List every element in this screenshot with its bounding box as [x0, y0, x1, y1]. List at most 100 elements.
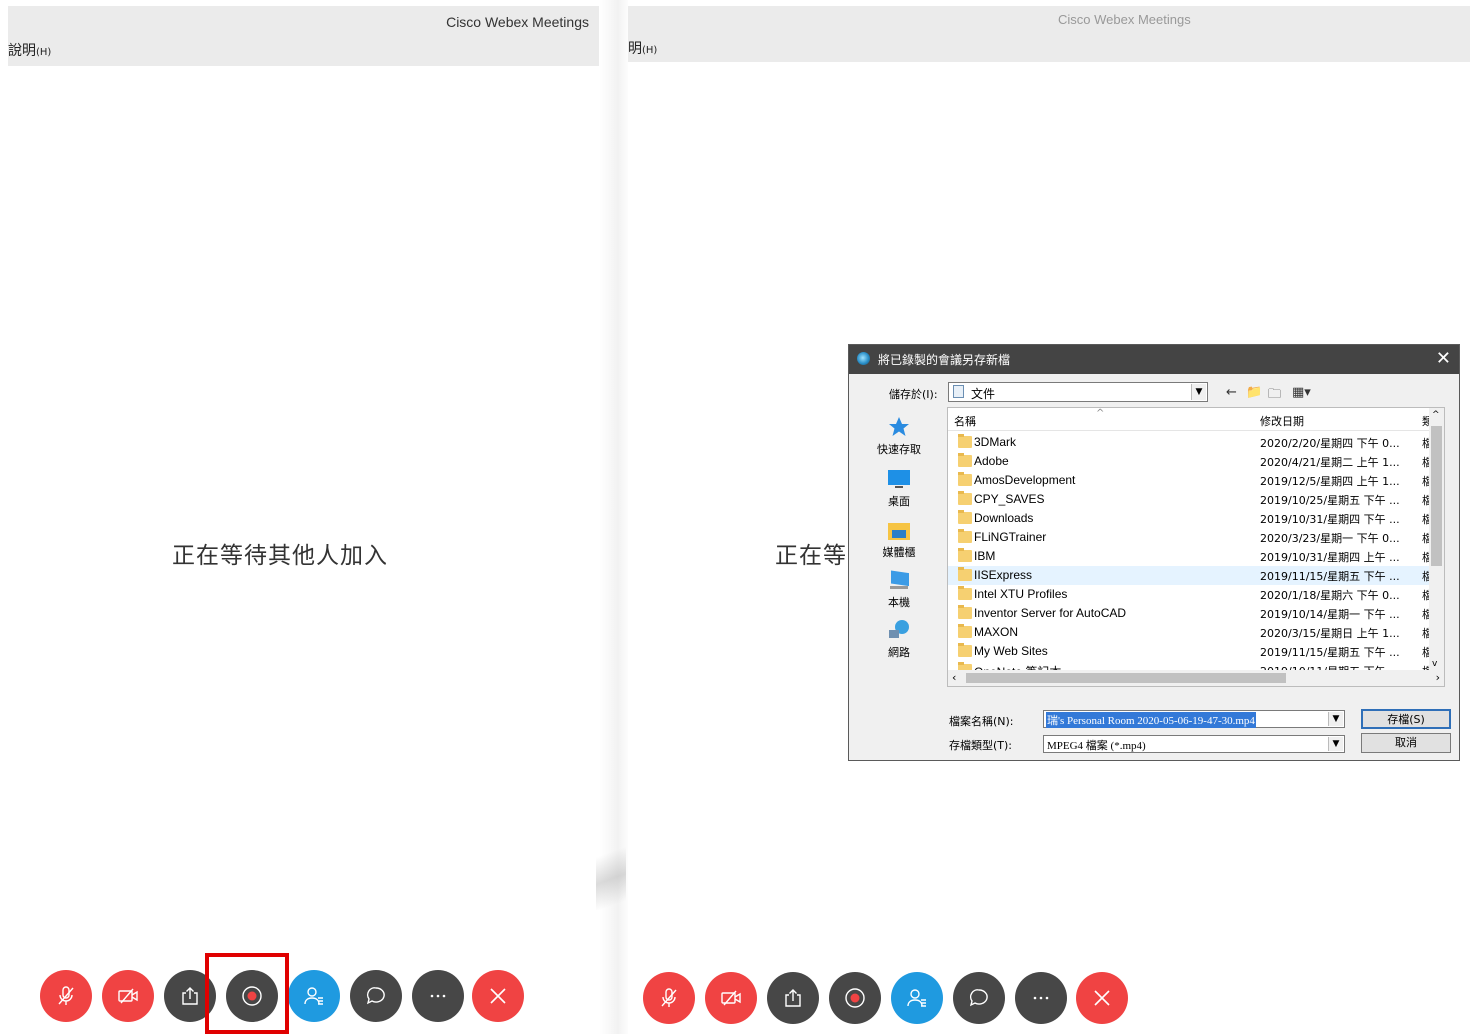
more-button[interactable] [412, 970, 464, 1022]
place-this-pc[interactable]: 本機 [864, 568, 934, 610]
participants-button[interactable] [288, 970, 340, 1022]
back-icon[interactable]: ← [1226, 385, 1237, 400]
mute-button[interactable] [643, 972, 695, 1024]
chevron-left-icon: ‹ [952, 671, 957, 684]
chevron-down-icon: ▼ [1328, 737, 1343, 751]
new-folder-icon[interactable]: 🗀 [1268, 385, 1281, 407]
mic-off-icon [661, 988, 677, 1007]
list-item[interactable]: Downloads2019/10/31/星期四 下午 ...檔案 [948, 509, 1444, 528]
place-label: 快速存取 [877, 443, 921, 456]
record-button[interactable] [829, 972, 881, 1024]
place-network[interactable]: 網路 [864, 618, 934, 660]
close-icon [1094, 990, 1110, 1006]
chat-button[interactable] [350, 970, 402, 1022]
place-label: 本機 [888, 596, 910, 609]
folder-icon [958, 624, 972, 638]
record-icon [845, 988, 865, 1008]
list-item[interactable]: 3DMark2020/2/20/星期四 下午 0...檔案 [948, 433, 1444, 452]
folder-icon [958, 472, 972, 486]
share-button[interactable] [767, 972, 819, 1024]
mute-button[interactable] [40, 970, 92, 1022]
leave-button[interactable] [1076, 972, 1128, 1024]
chevron-right-icon: › [1435, 671, 1440, 684]
list-item[interactable]: CPY_SAVES2019/10/25/星期五 下午 ...檔案 [948, 490, 1444, 509]
save-in-label: 儲存於(I): [889, 388, 938, 401]
video-off-icon [118, 988, 138, 1004]
list-item[interactable]: My Web Sites2019/11/15/星期五 下午 ...檔案 [948, 642, 1444, 661]
menu-help[interactable]: 明(H) [628, 38, 657, 58]
place-quick-access[interactable]: 快速存取 [864, 415, 934, 457]
share-icon [182, 987, 198, 1005]
menu-help-key: (H) [36, 47, 52, 58]
save-in-select[interactable]: 文件 ▼ [948, 382, 1208, 402]
more-icon [430, 994, 446, 998]
view-menu-icon[interactable]: ▦▾ [1292, 385, 1311, 400]
list-item[interactable]: Adobe2020/4/21/星期二 上午 1...檔案 [948, 452, 1444, 471]
up-folder-icon[interactable]: 📁 [1246, 385, 1262, 400]
list-item[interactable]: IBM2019/10/31/星期四 上午 ...檔案 [948, 547, 1444, 566]
folder-icon [958, 586, 972, 600]
chevron-down-icon: ▼ [1191, 384, 1206, 400]
folder-icon [958, 567, 972, 581]
scroll-thumb[interactable] [1431, 426, 1442, 566]
chevron-up-icon: ^ [1432, 410, 1440, 420]
place-desktop[interactable]: 桌面 [864, 467, 934, 509]
chat-icon [366, 987, 385, 1005]
video-off-icon [721, 990, 741, 1006]
chat-button[interactable] [953, 972, 1005, 1024]
more-button[interactable] [1015, 972, 1067, 1024]
save-in-value: 文件 [971, 387, 996, 401]
filename-value: 瑞's Personal Room 2020-05-06-19-47-30.mp… [1046, 712, 1256, 728]
chevron-down-icon: v [1432, 659, 1438, 669]
list-item[interactable]: FLiNGTrainer2020/3/23/星期一 下午 0...檔案 [948, 528, 1444, 547]
close-icon [490, 988, 506, 1004]
file-list[interactable]: 名稱 ^ 修改日期 類型 3DMark2020/2/20/星期四 下午 0...… [947, 407, 1445, 687]
list-item-selected[interactable]: IISExpress2019/11/15/星期五 下午 ...檔案 [948, 566, 1444, 585]
computer-icon [885, 568, 913, 592]
column-name[interactable]: 名稱 [954, 413, 976, 429]
folder-icon [958, 510, 972, 524]
participants-icon [907, 989, 926, 1007]
record-button-highlight [205, 953, 289, 1034]
menu-help[interactable]: 說明(H) [8, 40, 51, 60]
place-label: 桌面 [888, 495, 910, 508]
column-date[interactable]: 修改日期 [1260, 413, 1304, 429]
list-item[interactable]: AmosDevelopment2019/12/5/星期四 上午 1...檔案 [948, 471, 1444, 490]
menu-help-key: (H) [642, 45, 658, 56]
list-item[interactable]: Inventor Server for AutoCAD 2019/10/14/星期… [948, 604, 1444, 623]
list-item[interactable]: MAXON2020/3/15/星期日 上午 1...檔案 [948, 623, 1444, 642]
folder-icon [958, 491, 972, 505]
filetype-value: MPEG4 檔案 (*.mp4) [1047, 740, 1146, 752]
filename-label: 檔案名稱(N): [949, 715, 1014, 728]
menu-help-label: 說明 [8, 43, 36, 59]
close-icon[interactable]: ✕ [1436, 348, 1451, 369]
place-libraries[interactable]: 媒體櫃 [864, 518, 934, 560]
cancel-button[interactable]: 取消 [1361, 733, 1451, 753]
save-button[interactable]: 存檔(S) [1361, 709, 1451, 729]
app-title: Cisco Webex Meetings [1058, 12, 1191, 27]
filename-input[interactable]: 瑞's Personal Room 2020-05-06-19-47-30.mp… [1043, 710, 1345, 728]
file-rows: 3DMark2020/2/20/星期四 下午 0...檔案 Adobe2020/… [948, 433, 1444, 680]
filetype-select[interactable]: MPEG4 檔案 (*.mp4) ▼ [1043, 735, 1345, 753]
participants-icon [304, 987, 323, 1005]
waiting-message: 正在等 [775, 543, 847, 569]
vertical-scrollbar[interactable]: ^ v [1429, 408, 1444, 671]
participants-button[interactable] [891, 972, 943, 1024]
folder-icon [958, 453, 972, 467]
filetype-label: 存檔類型(T): [949, 739, 1013, 752]
sort-up-icon: ^ [1096, 408, 1105, 419]
folder-icon [958, 434, 972, 448]
list-item[interactable]: Intel XTU Profiles2020/1/18/星期六 下午 0...檔… [948, 585, 1444, 604]
scroll-thumb[interactable] [966, 673, 1286, 683]
waiting-message: 正在等待其他人加入 [172, 543, 388, 569]
document-icon [953, 385, 964, 398]
video-button[interactable] [705, 972, 757, 1024]
file-list-header: 名稱 ^ 修改日期 類型 [948, 408, 1444, 431]
video-button[interactable] [102, 970, 154, 1022]
dialog-title: 將已錄製的會議另存新檔 [878, 353, 1011, 367]
horizontal-scrollbar[interactable]: ‹ › [948, 670, 1444, 686]
leave-button[interactable] [472, 970, 524, 1022]
window-shadow [596, 830, 626, 910]
desktop-icon [885, 467, 913, 491]
star-icon [885, 415, 913, 439]
